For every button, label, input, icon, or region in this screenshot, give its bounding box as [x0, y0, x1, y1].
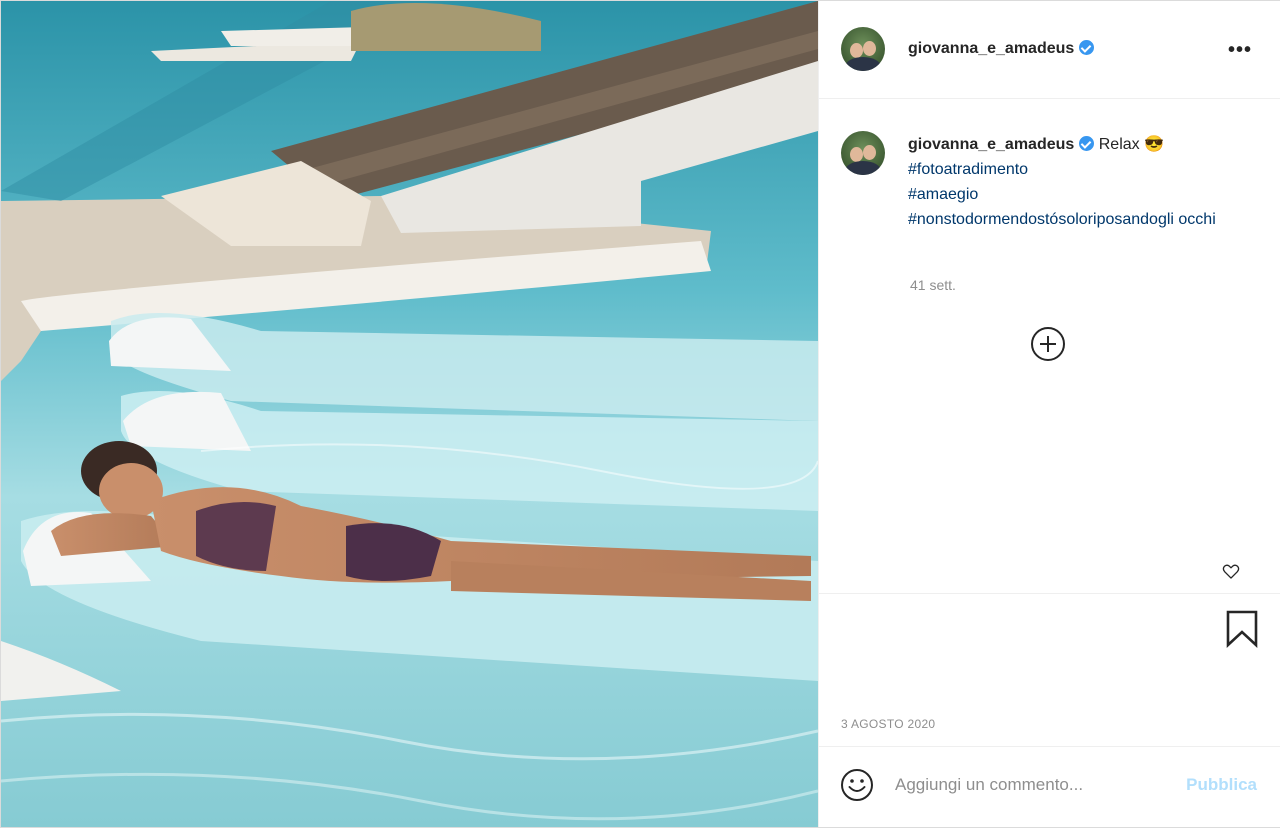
post-modal: giovanna_e_amadeus ••• giovanna_e_amadeu… — [0, 0, 1280, 828]
hashtag-link[interactable]: #fotoatradimento — [908, 157, 1248, 182]
post-header: giovanna_e_amadeus ••• — [819, 1, 1280, 99]
verified-badge-icon — [1079, 40, 1095, 55]
avatar[interactable] — [841, 27, 885, 71]
hashtag-link[interactable]: #nonstodormendostósoloriposandogli occhi — [908, 207, 1248, 232]
post-side-panel: giovanna_e_amadeus ••• giovanna_e_amadeu… — [818, 1, 1280, 827]
caption: giovanna_e_amadeus Relax 😎 #fotoatradime… — [908, 132, 1248, 232]
comment-input[interactable] — [895, 769, 1165, 801]
caption-age[interactable]: 41 sett. — [910, 277, 956, 293]
hashtag-link[interactable]: #amaegio — [908, 182, 1248, 207]
caption-username[interactable]: giovanna_e_amadeus — [908, 136, 1074, 153]
publish-button[interactable]: Pubblica — [1186, 775, 1257, 795]
caption-text: Relax 😎 — [1098, 136, 1165, 153]
header-username[interactable]: giovanna_e_amadeus — [908, 40, 1095, 58]
pool-photo-illustration — [1, 1, 818, 827]
load-more-comments-button[interactable] — [1031, 327, 1065, 361]
smiley-icon[interactable] — [839, 767, 875, 803]
post-photo[interactable] — [1, 1, 818, 827]
bookmark-icon[interactable] — [1225, 610, 1259, 648]
heart-icon[interactable] — [1221, 561, 1241, 581]
post-actions-bar — [819, 593, 1280, 713]
more-options-icon[interactable]: ••• — [1227, 37, 1253, 63]
username-link[interactable]: giovanna_e_amadeus — [908, 40, 1074, 57]
verified-badge-icon — [1079, 136, 1095, 151]
comment-form: Pubblica — [819, 746, 1280, 827]
caption-avatar[interactable] — [841, 131, 885, 175]
post-date[interactable]: 3 agosto 2020 — [841, 717, 935, 731]
